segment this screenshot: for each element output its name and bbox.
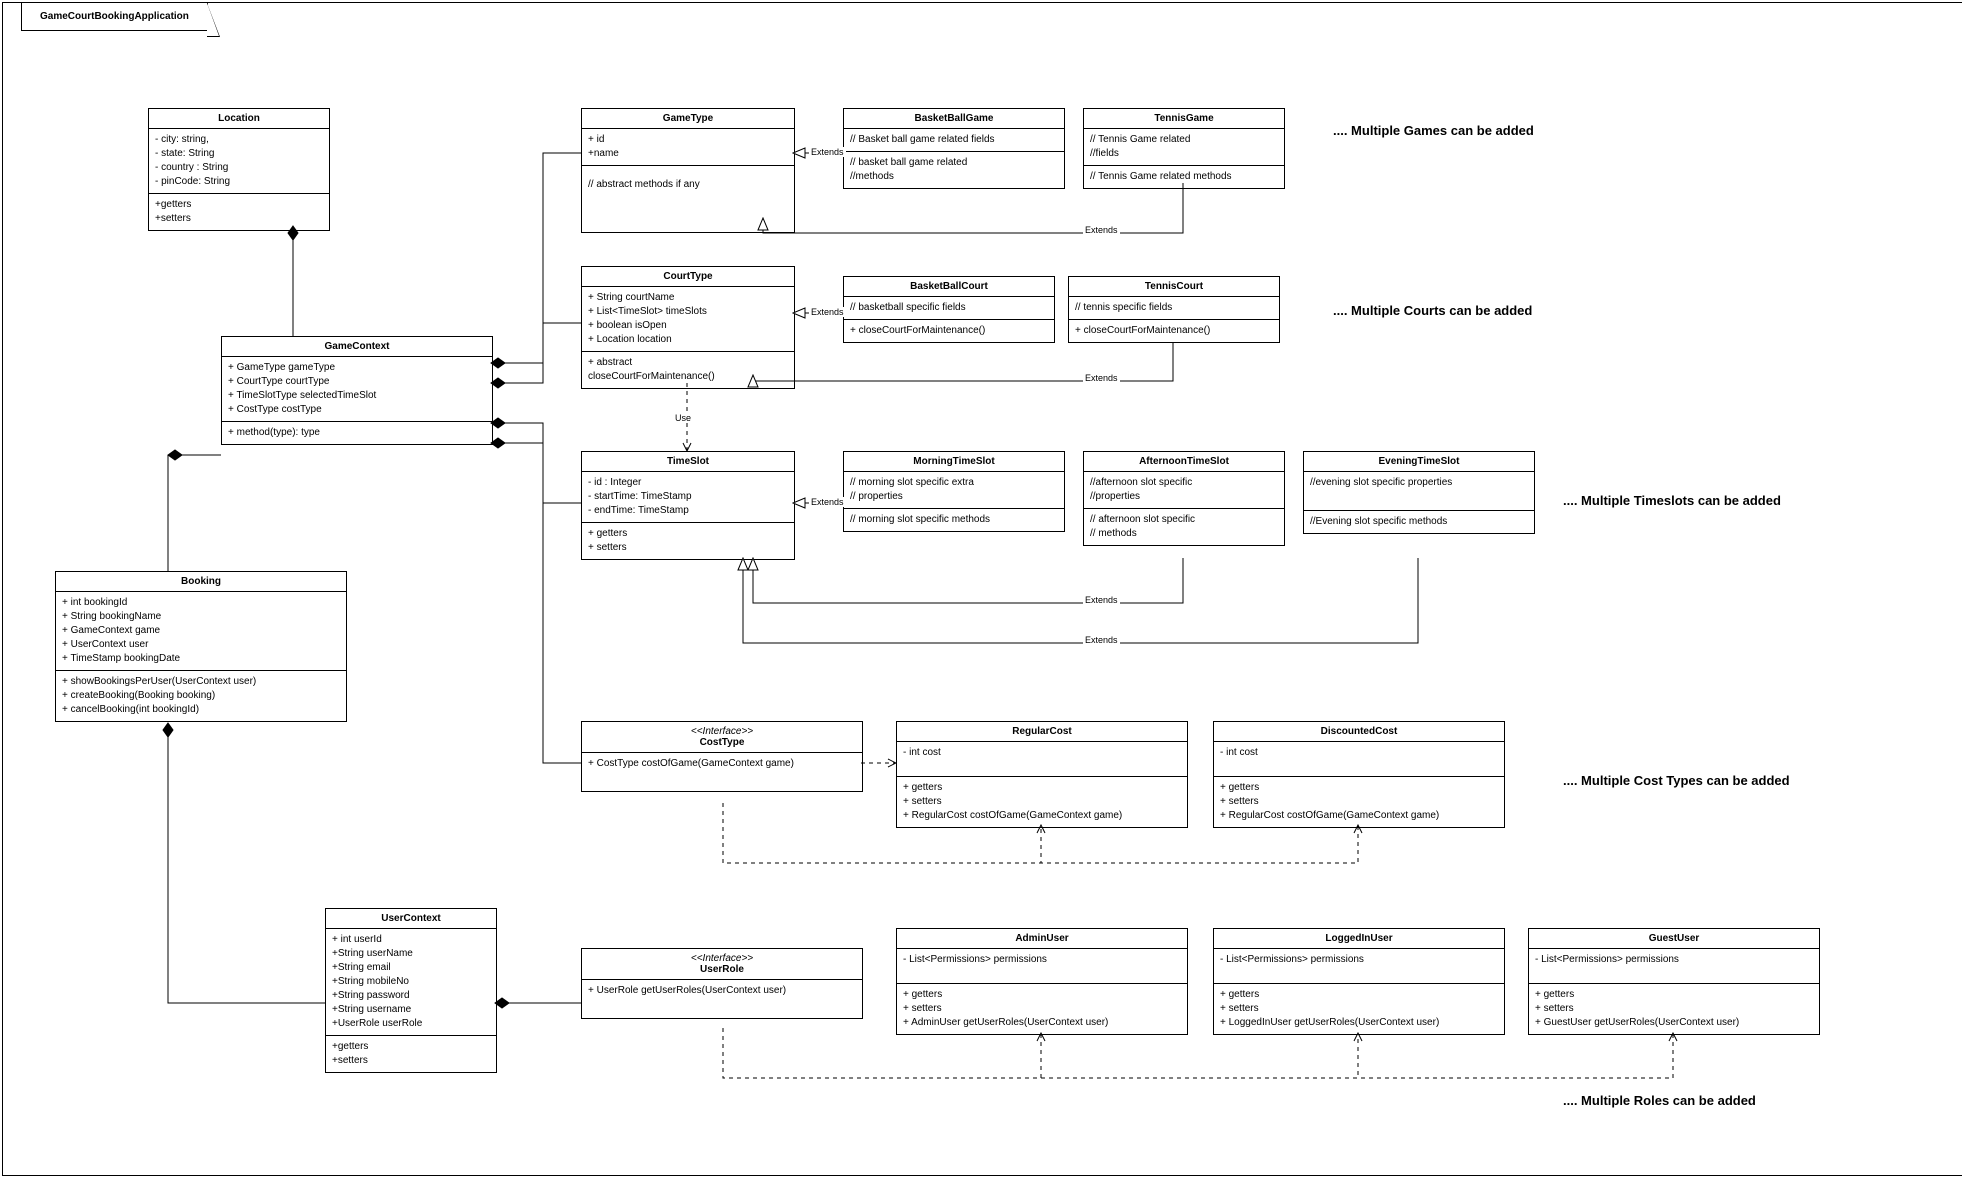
class-attrs: // Basket ball game related fields — [844, 129, 1064, 152]
class-attrs: // Tennis Game related//fields — [1084, 129, 1284, 166]
class-header: BasketBallCourt — [844, 277, 1054, 297]
class-header: CourtType — [582, 267, 794, 287]
class-attrs: + id+name — [582, 129, 794, 166]
class-basketballgame: BasketBallGame // Basket ball game relat… — [843, 108, 1065, 189]
label-extends: Extends — [809, 147, 846, 157]
note-costs: .... Multiple Cost Types can be added — [1563, 773, 1790, 788]
class-courttype: CourtType + String courtName+ List<TimeS… — [581, 266, 795, 389]
class-header: LoggedInUser — [1214, 929, 1504, 949]
class-gametype: GameType + id+name // abstract methods i… — [581, 108, 795, 233]
class-userrole: <<Interface>>UserRole + UserRole getUser… — [581, 948, 863, 1019]
class-ops: + showBookingsPerUser(UserContext user)+… — [56, 671, 346, 721]
class-tenniscourt: TennisCourt // tennis specific fields + … — [1068, 276, 1280, 343]
class-header: DiscountedCost — [1214, 722, 1504, 742]
class-ops: + closeCourtForMaintenance() — [844, 320, 1054, 342]
class-costtype: <<Interface>>CostType + CostType costOfG… — [581, 721, 863, 792]
class-attrs: //evening slot specific properties — [1304, 472, 1534, 511]
class-usercontext: UserContext + int userId+String userName… — [325, 908, 497, 1073]
class-header: AfternoonTimeSlot — [1084, 452, 1284, 472]
class-ops: +getters+setters — [149, 194, 329, 230]
class-ops: // basket ball game related//methods — [844, 152, 1064, 188]
class-attrs: - List<Permissions> permissions — [897, 949, 1187, 984]
class-ops: + getters+ setters+ AdminUser getUserRol… — [897, 984, 1187, 1034]
class-ops: + getters+ setters+ RegularCost costOfGa… — [897, 777, 1187, 827]
label-extends: Extends — [1083, 373, 1120, 383]
class-attrs: + GameType gameType+ CourtType courtType… — [222, 357, 492, 422]
class-ops: // abstract methods if any — [582, 166, 794, 232]
class-attrs: + int bookingId+ String bookingName+ Gam… — [56, 592, 346, 671]
class-ops: + abstractcloseCourtForMaintenance() — [582, 352, 794, 388]
class-attrs: - int cost — [1214, 742, 1504, 777]
class-attrs: - List<Permissions> permissions — [1214, 949, 1504, 984]
note-courts: .... Multiple Courts can be added — [1333, 303, 1532, 318]
class-gamecontext: GameContext + GameType gameType+ CourtTy… — [221, 336, 493, 445]
class-ops: + getters+ setters+ RegularCost costOfGa… — [1214, 777, 1504, 827]
class-ops: + getters+ setters+ GuestUser getUserRol… — [1529, 984, 1819, 1034]
class-header: GameContext — [222, 337, 492, 357]
class-guestuser: GuestUser - List<Permissions> permission… — [1528, 928, 1820, 1035]
note-timeslots: .... Multiple Timeslots can be added — [1563, 493, 1781, 508]
class-attrs: // basketball specific fields — [844, 297, 1054, 320]
label-use: Use — [673, 413, 693, 423]
label-extends: Extends — [1083, 635, 1120, 645]
class-header: Location — [149, 109, 329, 129]
class-timeslot: TimeSlot - id : Integer- startTime: Time… — [581, 451, 795, 560]
class-header: AdminUser — [897, 929, 1187, 949]
class-header: EveningTimeSlot — [1304, 452, 1534, 472]
class-ops: +getters+setters — [326, 1036, 496, 1072]
class-ops: //Evening slot specific methods — [1304, 511, 1534, 533]
class-header: Booking — [56, 572, 346, 592]
class-attrs: - List<Permissions> permissions — [1529, 949, 1819, 984]
class-header: TennisGame — [1084, 109, 1284, 129]
class-attrs: - city: string,- state: String- country … — [149, 129, 329, 194]
class-attrs: + int userId+String userName+String emai… — [326, 929, 496, 1036]
class-ops: + getters+ setters+ LoggedInUser getUser… — [1214, 984, 1504, 1034]
class-regularcost: RegularCost - int cost + getters+ setter… — [896, 721, 1188, 828]
class-basketballcourt: BasketBallCourt // basketball specific f… — [843, 276, 1055, 343]
class-header: RegularCost — [897, 722, 1187, 742]
diagram-canvas: GameCourtBookingApplication Location - c… — [2, 2, 1962, 1176]
class-ops: + getters+ setters — [582, 523, 794, 559]
class-location: Location - city: string,- state: String-… — [148, 108, 330, 231]
class-attrs: - id : Integer- startTime: TimeStamp- en… — [582, 472, 794, 523]
class-ops: // afternoon slot specific// methods — [1084, 509, 1284, 545]
class-header: GameType — [582, 109, 794, 129]
class-stereo: <<Interface>>UserRole — [582, 949, 862, 980]
label-extends: Extends — [1083, 225, 1120, 235]
label-extends: Extends — [809, 497, 846, 507]
class-attrs: // morning slot specific extra// propert… — [844, 472, 1064, 509]
class-attrs: //afternoon slot specific//properties — [1084, 472, 1284, 509]
class-afternoonslot: AfternoonTimeSlot //afternoon slot speci… — [1083, 451, 1285, 546]
class-ops: + method(type): type — [222, 422, 492, 444]
class-attrs: // tennis specific fields — [1069, 297, 1279, 320]
class-attrs: + String courtName+ List<TimeSlot> timeS… — [582, 287, 794, 352]
note-roles: .... Multiple Roles can be added — [1563, 1093, 1756, 1108]
label-extends: Extends — [1083, 595, 1120, 605]
class-header: MorningTimeSlot — [844, 452, 1064, 472]
note-games: .... Multiple Games can be added — [1333, 123, 1534, 138]
class-tennisgame: TennisGame // Tennis Game related//field… — [1083, 108, 1285, 189]
class-ops: // morning slot specific methods — [844, 509, 1064, 531]
class-ops: // Tennis Game related methods — [1084, 166, 1284, 188]
class-header: GuestUser — [1529, 929, 1819, 949]
class-eveningslot: EveningTimeSlot //evening slot specific … — [1303, 451, 1535, 534]
class-ops: + closeCourtForMaintenance() — [1069, 320, 1279, 342]
class-ops: + UserRole getUserRoles(UserContext user… — [582, 980, 862, 1018]
class-header: UserContext — [326, 909, 496, 929]
class-header: BasketBallGame — [844, 109, 1064, 129]
class-loggedinuser: LoggedInUser - List<Permissions> permiss… — [1213, 928, 1505, 1035]
class-stereo: <<Interface>>CostType — [582, 722, 862, 753]
class-adminuser: AdminUser - List<Permissions> permission… — [896, 928, 1188, 1035]
label-extends: Extends — [809, 307, 846, 317]
class-morningslot: MorningTimeSlot // morning slot specific… — [843, 451, 1065, 532]
class-ops: + CostType costOfGame(GameContext game) — [582, 753, 862, 791]
class-attrs: - int cost — [897, 742, 1187, 777]
class-booking: Booking + int bookingId+ String bookingN… — [55, 571, 347, 722]
class-header: TimeSlot — [582, 452, 794, 472]
class-discountedcost: DiscountedCost - int cost + getters+ set… — [1213, 721, 1505, 828]
diagram-title: GameCourtBookingApplication — [21, 3, 208, 31]
class-header: TennisCourt — [1069, 277, 1279, 297]
